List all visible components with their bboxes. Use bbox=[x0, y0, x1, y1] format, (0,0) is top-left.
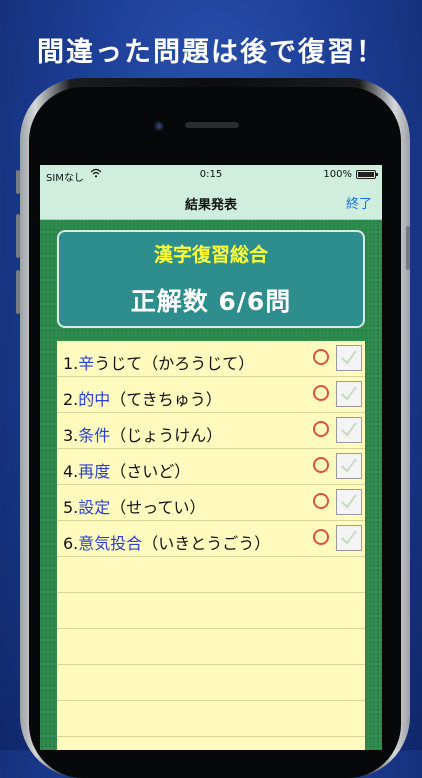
result-number: 6. bbox=[63, 534, 79, 553]
nav-title: 結果発表 bbox=[184, 198, 237, 213]
camera-icon bbox=[154, 121, 164, 131]
result-number: 3. bbox=[63, 426, 79, 445]
result-label: 2.的中（てきちゅう） bbox=[63, 386, 222, 410]
result-label: 5.設定（せってい） bbox=[63, 494, 205, 518]
review-checkbox[interactable] bbox=[336, 453, 362, 479]
result-number: 4. bbox=[63, 462, 79, 481]
result-reading: （じょうけん） bbox=[110, 426, 223, 445]
result-row: 6.意気投合（いきとうごう） bbox=[57, 521, 365, 557]
result-number: 1. bbox=[63, 354, 79, 373]
result-label: 1.辛うじて（かろうじて） bbox=[63, 350, 254, 374]
side-button-volume-up bbox=[16, 214, 20, 258]
review-checkbox[interactable] bbox=[336, 525, 362, 551]
red-circle-icon bbox=[313, 421, 329, 437]
checkmark-icon bbox=[341, 458, 357, 473]
quiz-title: 漢字復習総合 bbox=[153, 244, 268, 266]
result-label: 3.条件（じょうけん） bbox=[63, 422, 222, 446]
review-checkbox[interactable] bbox=[336, 417, 362, 443]
result-reading: （いきとうごう） bbox=[142, 534, 271, 553]
red-circle-icon bbox=[313, 457, 329, 473]
score-card: 漢字復習総合 正解数 6/6問 bbox=[57, 230, 365, 328]
result-label: 4.再度（さいど） bbox=[63, 458, 190, 482]
speaker-grille bbox=[185, 122, 239, 128]
score-result: 正解数 6/6問 bbox=[130, 287, 292, 316]
battery-percent: 100% bbox=[323, 169, 352, 180]
review-checkbox[interactable] bbox=[336, 381, 362, 407]
red-circle-icon bbox=[313, 385, 329, 401]
navigation-bar: 結果発表 終了 bbox=[40, 185, 382, 220]
result-kanji: 条件 bbox=[78, 426, 111, 445]
result-reading: （さいど） bbox=[110, 462, 191, 481]
result-row: 1.辛うじて（かろうじて） bbox=[57, 341, 365, 377]
app-screen: SIMなし 0:15 100% 結果発表 終了 漢字復習総合 正解数 6/6問 … bbox=[40, 165, 382, 750]
checkmark-icon bbox=[341, 386, 357, 401]
checkmark-icon bbox=[341, 422, 357, 437]
result-reading: （てきちゅう） bbox=[110, 390, 222, 409]
result-row: 2.的中（てきちゅう） bbox=[57, 377, 365, 413]
red-circle-icon bbox=[313, 493, 329, 509]
red-circle-icon bbox=[313, 529, 329, 545]
battery-icon bbox=[356, 170, 378, 179]
side-button-power bbox=[406, 226, 410, 270]
status-bar: SIMなし 0:15 100% bbox=[40, 165, 382, 185]
result-reading: うじて（かろうじて） bbox=[94, 354, 255, 373]
side-button-volume-down bbox=[16, 270, 20, 314]
red-circle-icon bbox=[313, 349, 329, 365]
done-button[interactable]: 終了 bbox=[346, 193, 372, 212]
result-kanji: 再度 bbox=[78, 462, 111, 481]
result-number: 2. bbox=[63, 390, 79, 409]
result-row: 5.設定（せってい） bbox=[57, 485, 365, 521]
headline: 間違った問題は後で復習！ bbox=[37, 37, 385, 68]
review-checkbox[interactable] bbox=[336, 489, 362, 515]
checkmark-icon bbox=[341, 530, 357, 545]
result-kanji: 辛 bbox=[78, 354, 95, 373]
result-row: 4.再度（さいど） bbox=[57, 449, 365, 485]
result-kanji: 意気投合 bbox=[78, 534, 143, 553]
review-checkbox[interactable] bbox=[336, 345, 362, 371]
result-label: 6.意気投合（いきとうごう） bbox=[63, 530, 270, 554]
checkmark-icon bbox=[341, 350, 357, 365]
side-button-mute bbox=[16, 170, 20, 194]
checkmark-icon bbox=[341, 494, 357, 509]
results-list: 1.辛うじて（かろうじて） 2.的中（てきちゅう） 3.条件（じょうけん） 4.再度（… bbox=[57, 341, 365, 750]
result-reading: （せってい） bbox=[110, 498, 206, 517]
result-kanji: 設定 bbox=[78, 498, 111, 517]
result-row: 3.条件（じょうけん） bbox=[57, 413, 365, 449]
result-number: 5. bbox=[63, 498, 79, 517]
result-kanji: 的中 bbox=[78, 390, 111, 409]
